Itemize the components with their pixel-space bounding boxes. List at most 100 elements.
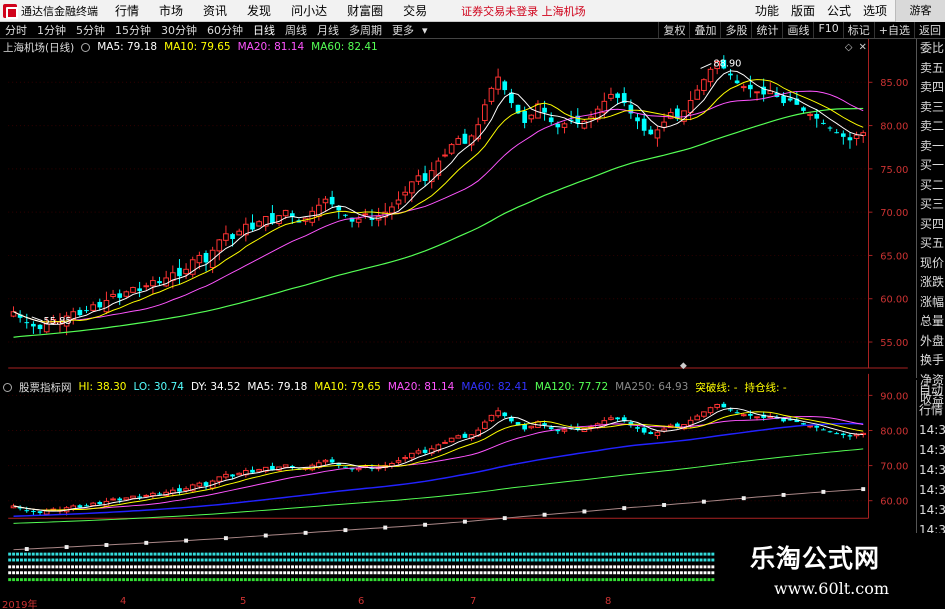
tab-multi-period[interactable]: 多周期 xyxy=(344,22,387,38)
signal-strip-dot xyxy=(137,552,141,556)
signal-strip-dot xyxy=(550,571,554,575)
signal-strip-dot xyxy=(581,558,585,562)
ma250-marker xyxy=(821,489,826,494)
signal-strip-dot xyxy=(558,565,562,569)
signal-strip-dot xyxy=(385,558,389,562)
signal-strip-dot xyxy=(212,571,216,575)
side-item-auto[interactable]: 自动 xyxy=(917,380,945,400)
side-item-buy1[interactable]: 买一 xyxy=(917,156,945,176)
menu-item-quotes[interactable]: 行情 xyxy=(105,2,149,19)
signal-strip-dot xyxy=(597,565,601,569)
side-item-weibi[interactable]: 委比 xyxy=(917,39,945,59)
signal-strip-dot xyxy=(157,571,161,575)
side-item-change-pct[interactable]: 涨幅 xyxy=(917,293,945,313)
side-item-sell5[interactable]: 卖五 xyxy=(917,59,945,79)
signal-strip-dot xyxy=(648,565,652,569)
signal-strip-dot xyxy=(668,578,672,582)
signal-strip-dot xyxy=(687,571,691,575)
signal-strip-dot xyxy=(652,552,656,556)
menu-item-formula[interactable]: 公式 xyxy=(821,2,857,19)
candle-body xyxy=(821,122,826,124)
tab-5min[interactable]: 5分钟 xyxy=(71,22,110,38)
side-item-sell4[interactable]: 卖四 xyxy=(917,78,945,98)
back-button[interactable]: 返回 xyxy=(914,22,945,38)
sub-panel-options-icon[interactable]: ◆ xyxy=(680,361,687,371)
statistics-button[interactable]: 统计 xyxy=(751,22,782,38)
menu-item-function[interactable]: 功能 xyxy=(749,2,785,19)
side-item-buy2[interactable]: 买二 xyxy=(917,176,945,196)
signal-strip-dot xyxy=(514,558,518,562)
panel-options-icon[interactable]: ◇ xyxy=(845,42,853,53)
side-item-sell3[interactable]: 卖三 xyxy=(917,98,945,118)
signal-strip-dot xyxy=(503,552,507,556)
tab-daily[interactable]: 日线 xyxy=(248,22,280,38)
draw-line-button[interactable]: 画线 xyxy=(782,22,813,38)
f10-button[interactable]: F10 xyxy=(813,22,842,38)
signal-strip-dot xyxy=(487,571,491,575)
candle-body xyxy=(422,449,428,453)
multi-stock-button[interactable]: 多股 xyxy=(720,22,751,38)
side-item-sell2[interactable]: 卖二 xyxy=(917,117,945,137)
signal-strip-dot xyxy=(632,578,636,582)
restore-rights-button[interactable]: 复权 xyxy=(658,22,689,38)
overlay-button[interactable]: 叠加 xyxy=(689,22,720,38)
ma250-marker xyxy=(542,512,547,517)
signal-strip-dot xyxy=(306,565,310,569)
side-item-buy4[interactable]: 买四 xyxy=(917,215,945,235)
side-item-turnover[interactable]: 换手 xyxy=(917,351,945,371)
signal-strip-dot xyxy=(63,578,67,582)
menu-item-market[interactable]: 市场 xyxy=(149,2,193,19)
guest-button[interactable]: 游客 xyxy=(895,0,945,22)
panel-close-icon[interactable]: ✕ xyxy=(859,42,867,53)
menu-item-news[interactable]: 资讯 xyxy=(193,2,237,19)
menu-item-wealth[interactable]: 财富圈 xyxy=(337,2,393,19)
signal-strip-dot xyxy=(628,565,632,569)
add-watchlist-button[interactable]: +自选 xyxy=(873,22,914,38)
candle-body xyxy=(734,412,740,414)
tab-30min[interactable]: 30分钟 xyxy=(156,22,202,38)
candle-body xyxy=(389,206,395,214)
signal-strip-dot xyxy=(51,571,55,575)
signal-strip-dot xyxy=(110,571,114,575)
side-item-volume[interactable]: 总量 xyxy=(917,312,945,332)
signal-strip-dot xyxy=(514,552,518,556)
signal-strip-dot xyxy=(122,578,126,582)
menu-item-ask[interactable]: 问小达 xyxy=(281,2,337,19)
signal-strip-dot xyxy=(86,571,90,575)
signal-strip-dot xyxy=(287,571,291,575)
signal-strip-dot xyxy=(19,571,23,575)
settings-ring-icon[interactable] xyxy=(81,42,91,52)
menu-item-layout[interactable]: 版面 xyxy=(785,2,821,19)
candle-body xyxy=(408,452,415,459)
tab-weekly[interactable]: 周线 xyxy=(280,22,312,38)
tab-15min[interactable]: 15分钟 xyxy=(110,22,156,38)
menu-item-trade[interactable]: 交易 xyxy=(393,2,437,19)
side-item-change[interactable]: 涨跌 xyxy=(917,273,945,293)
side-item-buy3[interactable]: 买三 xyxy=(917,195,945,215)
signal-strip-dot xyxy=(416,565,420,569)
tab-more[interactable]: 更多 xyxy=(387,22,419,38)
chart-area[interactable]: 85.00 80.00 75.00 70.00 65.00 60.00 55.00 90.0… xyxy=(0,39,916,587)
mark-button[interactable]: 标记 xyxy=(842,22,874,38)
tab-intraday[interactable]: 分时 xyxy=(0,22,32,38)
sub-settings-ring-icon[interactable] xyxy=(3,382,12,392)
signal-strip-dot xyxy=(569,552,573,556)
menu-item-discover[interactable]: 发现 xyxy=(237,2,281,19)
tab-1min[interactable]: 1分钟 xyxy=(32,22,71,38)
signal-strip-dot xyxy=(636,552,640,556)
signal-strip-dot xyxy=(365,558,369,562)
signal-strip-dot xyxy=(19,565,23,569)
side-item-quote[interactable]: 行情 xyxy=(917,400,945,420)
signal-strip-dot xyxy=(106,578,110,582)
tab-monthly[interactable]: 月线 xyxy=(312,22,344,38)
side-item-sell1[interactable]: 卖一 xyxy=(917,137,945,157)
watermark-url: www.60lt.com xyxy=(774,579,890,598)
side-item-outer[interactable]: 外盘 xyxy=(917,332,945,352)
menu-item-options[interactable]: 选项 xyxy=(857,2,893,19)
tab-60min[interactable]: 60分钟 xyxy=(202,22,248,38)
signal-strip-dot xyxy=(173,558,177,562)
chevron-down-icon[interactable]: ▾ xyxy=(419,24,431,37)
side-item-price[interactable]: 现价 xyxy=(917,254,945,274)
side-item-buy5[interactable]: 买五 xyxy=(917,234,945,254)
candle-body xyxy=(123,497,130,501)
